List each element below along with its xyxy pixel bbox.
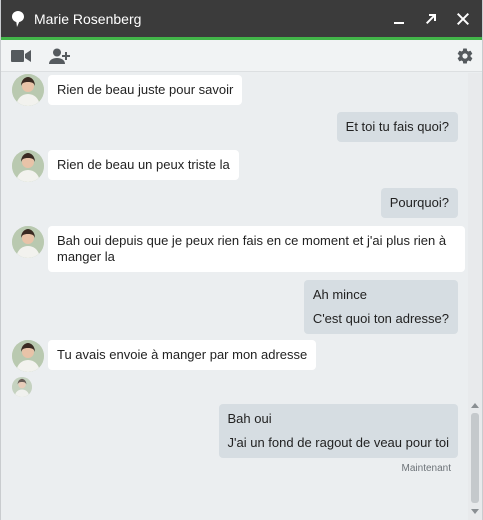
message-text: Rien de beau un peux triste la xyxy=(57,157,230,172)
message-bubble: Et toi tu fais quoi? xyxy=(336,112,458,142)
read-receipt-avatar xyxy=(12,377,32,397)
add-person-icon[interactable] xyxy=(47,44,73,68)
contact-avatar xyxy=(12,226,44,258)
contact-avatar xyxy=(12,340,44,372)
minimize-icon[interactable] xyxy=(388,8,410,30)
message-text: manger la xyxy=(57,249,115,264)
video-camera-icon[interactable] xyxy=(8,44,34,68)
message-bubble: Ah mince C'est quoi ton adresse? xyxy=(303,280,458,334)
contact-avatar xyxy=(12,150,44,182)
message-bubble: Rien de beau un peux triste la xyxy=(48,150,239,180)
scrollbar[interactable] xyxy=(468,73,482,520)
scroll-up-arrow-icon[interactable] xyxy=(470,401,480,409)
message-text: Et toi tu fais quoi? xyxy=(345,119,449,134)
message-text: Pourquoi? xyxy=(389,195,449,210)
message-text: C'est quoi ton adresse? xyxy=(312,311,449,326)
message-list[interactable]: Rien de beau juste pour savoir Et toi tu… xyxy=(1,73,468,520)
chat-window: Marie Rosenberg Rien de beau juste pour … xyxy=(0,0,483,520)
close-icon[interactable] xyxy=(452,8,474,30)
message-bubble: Bah oui J'ai un fond de ragout de veau p… xyxy=(218,404,458,458)
popout-arrow-icon[interactable] xyxy=(420,8,442,30)
message-text: Bah oui depuis que je peux rien fais en … xyxy=(57,233,447,248)
message-text: Ah mince xyxy=(312,287,368,302)
scrollbar-thumb[interactable] xyxy=(471,413,479,503)
contact-name: Marie Rosenberg xyxy=(34,10,142,27)
contact-avatar xyxy=(12,74,44,106)
gear-icon[interactable] xyxy=(452,44,478,68)
message-text: Rien de beau juste pour savoir xyxy=(57,82,234,97)
message-timestamp: Maintenant xyxy=(401,463,451,474)
chat-toolbar xyxy=(1,40,482,72)
message-text: Tu avais envoie à manger par mon adresse xyxy=(57,347,308,362)
message-bubble: Rien de beau juste pour savoir xyxy=(48,75,243,105)
scroll-down-arrow-icon[interactable] xyxy=(470,507,480,515)
message-bubble: Tu avais envoie à manger par mon adresse xyxy=(48,340,317,370)
message-text: J'ai un fond de ragout de veau pour toi xyxy=(227,435,449,450)
message-bubble: Pourquoi? xyxy=(380,188,458,218)
window-controls xyxy=(388,0,474,37)
speech-bubble-icon xyxy=(12,10,26,28)
title-bar[interactable]: Marie Rosenberg xyxy=(1,0,482,37)
message-bubble: Bah oui depuis que je peux rien fais en … xyxy=(48,226,465,272)
message-text: Bah oui xyxy=(227,411,272,426)
